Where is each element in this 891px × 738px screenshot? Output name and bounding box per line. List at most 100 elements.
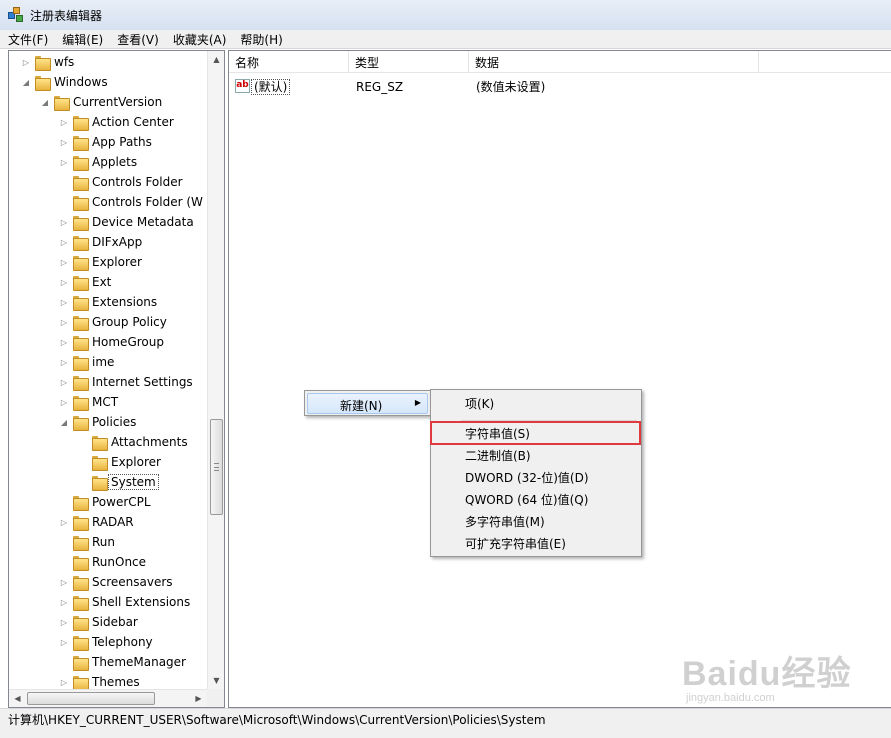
values-list-pane: 名称 类型 数据 ab (默认) REG_SZ (数值未设置) [228,50,891,708]
folder-icon [73,635,89,651]
tree-item[interactable]: ▷ Group Policy [59,312,207,332]
tree-item[interactable]: ▷PowerCPL [59,492,207,512]
tree-item[interactable]: ▷ DIFxApp [59,232,207,252]
folder-icon [73,335,89,351]
list-row[interactable]: ab (默认) REG_SZ (数值未设置) [229,77,891,97]
tree-item[interactable]: ▷ wfs [21,52,207,72]
collapsed-arrow-icon[interactable]: ▷ [59,577,69,587]
tree-item-label: RunOnce [92,555,147,569]
collapsed-arrow-icon[interactable]: ▷ [59,297,69,307]
tree-horizontal-scrollbar[interactable]: ◀ ▶ [9,689,207,707]
collapsed-arrow-icon[interactable]: ▷ [59,617,69,627]
menu-favorites[interactable]: 收藏夹(A) [173,31,227,48]
collapsed-arrow-icon[interactable]: ▷ [59,137,69,147]
collapsed-arrow-icon[interactable]: ▷ [59,337,69,347]
scroll-left-arrow-icon[interactable]: ◀ [9,690,26,707]
regedit-app-icon [8,7,24,23]
folder-icon [35,55,51,71]
vertical-scroll-thumb[interactable] [210,419,223,515]
scroll-up-arrow-icon[interactable]: ▲ [208,51,224,68]
tree-item-label: HomeGroup [92,335,164,349]
folder-icon [73,615,89,631]
menu-file[interactable]: 文件(F) [8,31,48,48]
collapsed-arrow-icon[interactable]: ▷ [59,637,69,647]
column-header-type[interactable]: 类型 [349,51,469,73]
collapsed-arrow-icon[interactable]: ▷ [21,57,31,67]
tree-item[interactable]: ▷ThemeManager [59,652,207,672]
tree-item-label: PowerCPL [92,495,151,509]
collapsed-arrow-icon[interactable]: ▷ [59,257,69,267]
tree-item[interactable]: ▷ Themes [59,672,207,689]
title-bar: 注册表编辑器 [0,0,891,30]
tree-item[interactable]: ▷System [78,472,207,492]
tree-item[interactable]: ▷ RADAR [59,512,207,532]
tree-item[interactable]: ▷ Telephony [59,632,207,652]
tree-item[interactable]: ▷ HomeGroup [59,332,207,352]
tree-item[interactable]: ▷ Extensions [59,292,207,312]
tree-item[interactable]: ▷Controls Folder [59,172,207,192]
submenu-item-multi-string-value[interactable]: 多字符串值(M) [433,511,639,533]
collapsed-arrow-icon[interactable]: ▷ [59,277,69,287]
menu-view[interactable]: 查看(V) [117,31,159,48]
scroll-down-arrow-icon[interactable]: ▼ [208,672,224,689]
tree-vertical-scrollbar[interactable]: ▲ ▼ [207,51,224,689]
collapsed-arrow-icon[interactable]: ▷ [59,117,69,127]
context-menu-new-item[interactable]: 新建(N) ▶ [307,393,428,414]
tree-item[interactable]: ▷ Screensavers [59,572,207,592]
tree-item[interactable]: ▷Run [59,532,207,552]
collapsed-arrow-icon[interactable]: ▷ [59,677,69,687]
collapsed-arrow-icon[interactable]: ▷ [59,217,69,227]
tree-item-label: Ext [92,275,112,289]
submenu-arrow-icon: ▶ [414,398,421,407]
tree-item[interactable]: ▷ ime [59,352,207,372]
submenu-item-binary-value[interactable]: 二进制值(B) [433,445,639,467]
tree-item-label: Explorer [92,255,142,269]
tree-item[interactable]: ◢ CurrentVersion [40,92,207,112]
tree-item[interactable]: ◢ Windows [21,72,207,92]
tree-item[interactable]: ▷ Applets [59,152,207,172]
submenu-item-key[interactable]: 项(K) [433,393,639,415]
registry-tree: ▷ wfs ◢ Windows ◢ CurrentVersion ▷ Action Cente… [9,51,207,689]
tree-item[interactable]: ▷ Sidebar [59,612,207,632]
submenu-item-expandable-string-value[interactable]: 可扩充字符串值(E) [433,533,639,555]
tree-item-label: RADAR [92,515,134,529]
horizontal-scroll-thumb[interactable] [27,692,155,705]
collapsed-arrow-icon[interactable]: ▷ [59,157,69,167]
tree-item[interactable]: ▷Controls Folder (W [59,192,207,212]
value-name: (默认) [251,79,291,95]
tree-item[interactable]: ▷Attachments [78,432,207,452]
column-header-name[interactable]: 名称 [229,51,349,73]
collapsed-arrow-icon[interactable]: ▷ [59,377,69,387]
tree-item-label: Controls Folder (W [92,195,203,209]
tree-item-label: Extensions [92,295,158,309]
collapsed-arrow-icon[interactable]: ▷ [59,237,69,247]
expanded-arrow-icon[interactable]: ◢ [40,97,50,107]
collapsed-arrow-icon[interactable]: ▷ [59,397,69,407]
tree-item[interactable]: ▷ Shell Extensions [59,592,207,612]
tree-item[interactable]: ▷ Internet Settings [59,372,207,392]
collapsed-arrow-icon[interactable]: ▷ [59,357,69,367]
tree-item[interactable]: ▷ Device Metadata [59,212,207,232]
tree-item-label: Action Center [92,115,174,129]
folder-icon [73,175,89,191]
tree-item[interactable]: ▷RunOnce [59,552,207,572]
submenu-item-qword-value[interactable]: QWORD (64 位)值(Q) [433,489,639,511]
menu-edit[interactable]: 编辑(E) [62,31,103,48]
expanded-arrow-icon[interactable]: ◢ [59,417,69,427]
column-header-data[interactable]: 数据 [469,51,759,73]
collapsed-arrow-icon[interactable]: ▷ [59,597,69,607]
tree-item[interactable]: ▷ App Paths [59,132,207,152]
tree-item[interactable]: ▷ Explorer [59,252,207,272]
collapsed-arrow-icon[interactable]: ▷ [59,517,69,527]
tree-item[interactable]: ◢ Policies [59,412,207,432]
tree-item[interactable]: ▷ Action Center [59,112,207,132]
expanded-arrow-icon[interactable]: ◢ [21,77,31,87]
submenu-item-dword-value[interactable]: DWORD (32-位)值(D) [433,467,639,489]
tree-item[interactable]: ▷ MCT [59,392,207,412]
scroll-right-arrow-icon[interactable]: ▶ [190,690,207,707]
collapsed-arrow-icon[interactable]: ▷ [59,317,69,327]
tree-item[interactable]: ▷ Ext [59,272,207,292]
folder-icon [73,575,89,591]
menu-help[interactable]: 帮助(H) [240,31,282,48]
tree-item[interactable]: ▷Explorer [78,452,207,472]
